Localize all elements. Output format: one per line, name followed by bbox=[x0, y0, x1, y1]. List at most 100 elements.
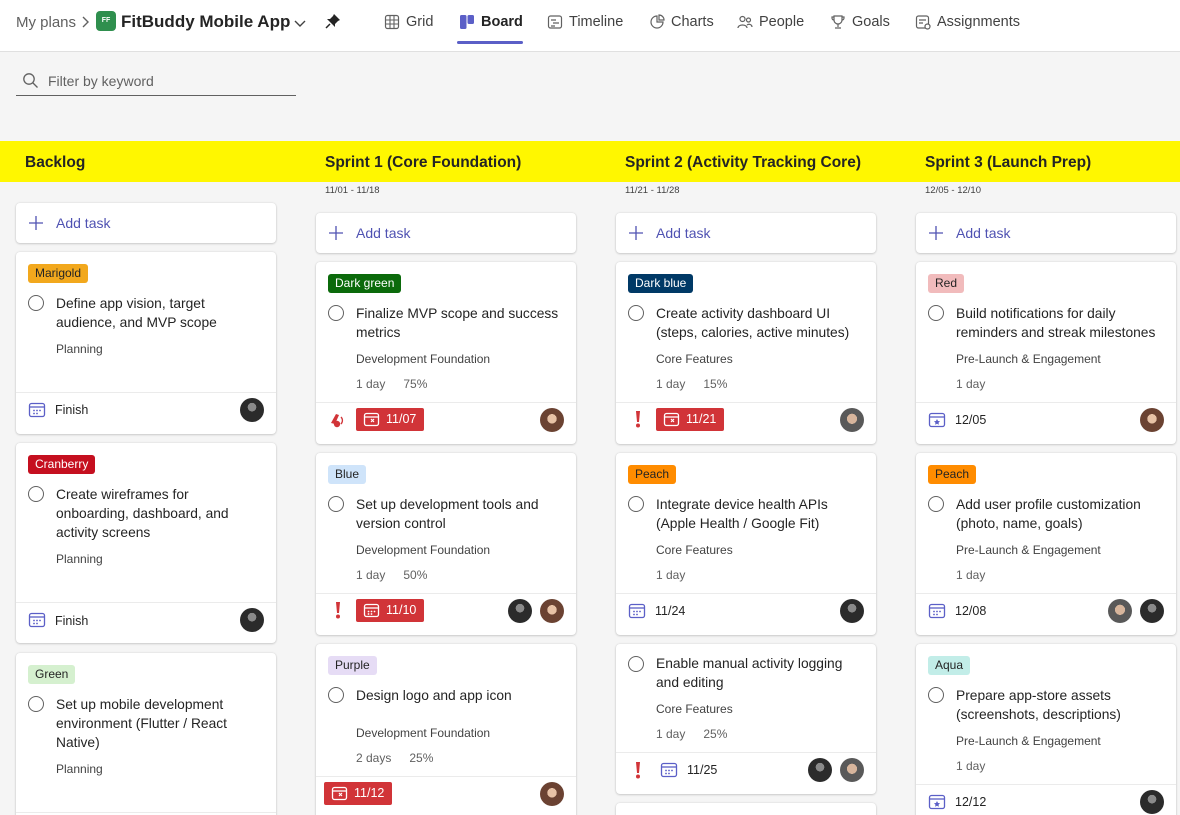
task-title[interactable]: Design logo and app icon bbox=[356, 686, 562, 705]
tab-timeline[interactable]: Timeline bbox=[547, 0, 623, 44]
task-title[interactable]: Set up development tools and version cont… bbox=[356, 495, 562, 533]
avatar[interactable] bbox=[240, 398, 264, 422]
task-bucket: Development Foundation bbox=[356, 543, 491, 557]
add-task-button[interactable]: Add task bbox=[916, 213, 1176, 253]
bucket-title-sprint-2[interactable]: Sprint 2 (Activity Tracking Core) bbox=[625, 154, 861, 172]
plan-title[interactable]: FitBuddy Mobile App bbox=[121, 12, 290, 32]
task-title[interactable]: Finalize MVP scope and success metrics bbox=[356, 304, 562, 342]
add-task-button[interactable]: Add task bbox=[316, 213, 576, 253]
avatar[interactable] bbox=[240, 608, 264, 632]
avatar[interactable] bbox=[540, 782, 564, 806]
breadcrumb-my-plans[interactable]: My plans bbox=[16, 14, 76, 31]
avatar[interactable] bbox=[1140, 599, 1164, 623]
due-date-badge[interactable]: 11/21 bbox=[656, 408, 725, 431]
avatar[interactable] bbox=[1140, 408, 1164, 432]
task-card[interactable]: Peach Integrate device health APIs (Apple… bbox=[616, 453, 876, 635]
calendar-star-icon bbox=[928, 412, 946, 428]
task-card[interactable]: Dark green Finalize MVP scope and succes… bbox=[316, 262, 576, 444]
bucket-title-sprint-1[interactable]: Sprint 1 (Core Foundation) bbox=[325, 154, 521, 172]
complete-task-checkbox[interactable] bbox=[928, 305, 944, 321]
task-card[interactable]: Purple Design logo and app icon Developm… bbox=[316, 644, 576, 815]
avatar[interactable] bbox=[840, 599, 864, 623]
avatar[interactable] bbox=[540, 408, 564, 432]
avatar[interactable] bbox=[508, 599, 532, 623]
card-divider bbox=[316, 776, 576, 777]
task-card[interactable]: Red Build notifications for daily reminde… bbox=[916, 262, 1176, 444]
task-title[interactable]: Define app vision, target audience, and M… bbox=[56, 294, 262, 332]
task-duration: 2 days bbox=[356, 751, 392, 765]
bucket-title-sprint-3[interactable]: Sprint 3 (Launch Prep) bbox=[925, 154, 1091, 172]
chevron-down-icon[interactable] bbox=[292, 15, 308, 31]
complete-task-checkbox[interactable] bbox=[328, 305, 344, 321]
complete-task-checkbox[interactable] bbox=[928, 496, 944, 512]
task-card[interactable]: Green Set up mobile development environme… bbox=[16, 653, 276, 815]
task-duration: 1 day bbox=[956, 568, 986, 582]
complete-task-checkbox[interactable] bbox=[28, 696, 44, 712]
tab-goals[interactable]: Goals bbox=[830, 0, 890, 44]
due-date-badge[interactable]: 11/10 bbox=[356, 599, 425, 622]
card-divider bbox=[316, 402, 576, 403]
task-card[interactable]: Dark blue Create activity dashboard UI (s… bbox=[616, 262, 876, 444]
tab-charts-label: Charts bbox=[671, 14, 714, 30]
tab-charts[interactable]: Charts bbox=[649, 0, 714, 44]
task-card[interactable]: Enable manual activity logging and editin… bbox=[616, 644, 876, 794]
task-title[interactable]: Create activity dashboard UI (steps, calo… bbox=[656, 304, 862, 342]
complete-task-checkbox[interactable] bbox=[328, 687, 344, 703]
task-title[interactable]: Enable manual activity logging and editin… bbox=[656, 654, 862, 692]
plus-icon bbox=[629, 226, 643, 240]
task-card[interactable]: Peach Add user profile customization (pho… bbox=[916, 453, 1176, 635]
bucket-title-backlog[interactable]: Backlog bbox=[25, 154, 85, 172]
avatar[interactable] bbox=[840, 408, 864, 432]
tab-people[interactable]: People bbox=[737, 0, 804, 44]
pin-icon[interactable] bbox=[325, 13, 341, 29]
task-duration: 1 day bbox=[356, 568, 386, 582]
plus-icon bbox=[29, 216, 43, 230]
add-task-button[interactable]: Add task bbox=[16, 203, 276, 243]
task-title[interactable]: Create wireframes for onboarding, dashboa… bbox=[56, 485, 262, 542]
avatar[interactable] bbox=[840, 758, 864, 782]
card-divider bbox=[16, 812, 276, 813]
charts-icon bbox=[650, 14, 665, 29]
due-date-badge[interactable]: 11/07 bbox=[356, 408, 425, 431]
avatar[interactable] bbox=[1108, 599, 1132, 623]
due-date-badge[interactable]: 11/12 bbox=[324, 782, 393, 805]
add-task-button[interactable]: Add task bbox=[616, 213, 876, 253]
task-bucket: Development Foundation bbox=[356, 352, 491, 366]
task-meta: 2 days 25% bbox=[356, 751, 433, 765]
task-card[interactable]: Cranberry Create wireframes for onboardin… bbox=[16, 443, 276, 643]
task-card[interactable]: Blue Set up development tools and version… bbox=[316, 453, 576, 635]
task-title[interactable]: Prepare app-store assets (screenshots, de… bbox=[956, 686, 1162, 724]
avatar[interactable] bbox=[808, 758, 832, 782]
card-divider bbox=[916, 784, 1176, 785]
task-card[interactable] bbox=[616, 803, 876, 815]
task-label: Green bbox=[28, 665, 76, 684]
complete-task-checkbox[interactable] bbox=[328, 496, 344, 512]
tab-board[interactable]: Board bbox=[459, 0, 523, 44]
task-card[interactable]: Aqua Prepare app-store assets (screenshot… bbox=[916, 644, 1176, 815]
task-title[interactable]: Add user profile customization (photo, na… bbox=[956, 495, 1162, 533]
task-title[interactable]: Integrate device health APIs (Apple Healt… bbox=[656, 495, 862, 533]
task-title[interactable]: Set up mobile development environment (Fl… bbox=[56, 695, 262, 752]
tab-assignments[interactable]: Assignments bbox=[915, 0, 1020, 44]
card-divider bbox=[616, 402, 876, 403]
task-card[interactable]: Marigold Define app vision, target audien… bbox=[16, 252, 276, 434]
complete-task-checkbox[interactable] bbox=[628, 305, 644, 321]
task-bucket: Core Features bbox=[656, 543, 733, 557]
complete-task-checkbox[interactable] bbox=[28, 486, 44, 502]
add-task-label: Add task bbox=[56, 215, 111, 231]
calendar-icon bbox=[28, 402, 46, 418]
filter-input[interactable] bbox=[48, 70, 288, 92]
task-bucket: Core Features bbox=[656, 352, 733, 366]
task-progress: 25% bbox=[703, 727, 728, 741]
complete-task-checkbox[interactable] bbox=[628, 656, 644, 672]
task-title[interactable]: Build notifications for daily reminders a… bbox=[956, 304, 1162, 342]
avatar[interactable] bbox=[1140, 790, 1164, 814]
calendar-icon bbox=[928, 603, 946, 619]
complete-task-checkbox[interactable] bbox=[628, 496, 644, 512]
task-label: Dark green bbox=[328, 274, 402, 293]
complete-task-checkbox[interactable] bbox=[28, 295, 44, 311]
tab-grid[interactable]: Grid bbox=[384, 0, 433, 44]
active-tab-indicator bbox=[457, 41, 523, 44]
complete-task-checkbox[interactable] bbox=[928, 687, 944, 703]
avatar[interactable] bbox=[540, 599, 564, 623]
